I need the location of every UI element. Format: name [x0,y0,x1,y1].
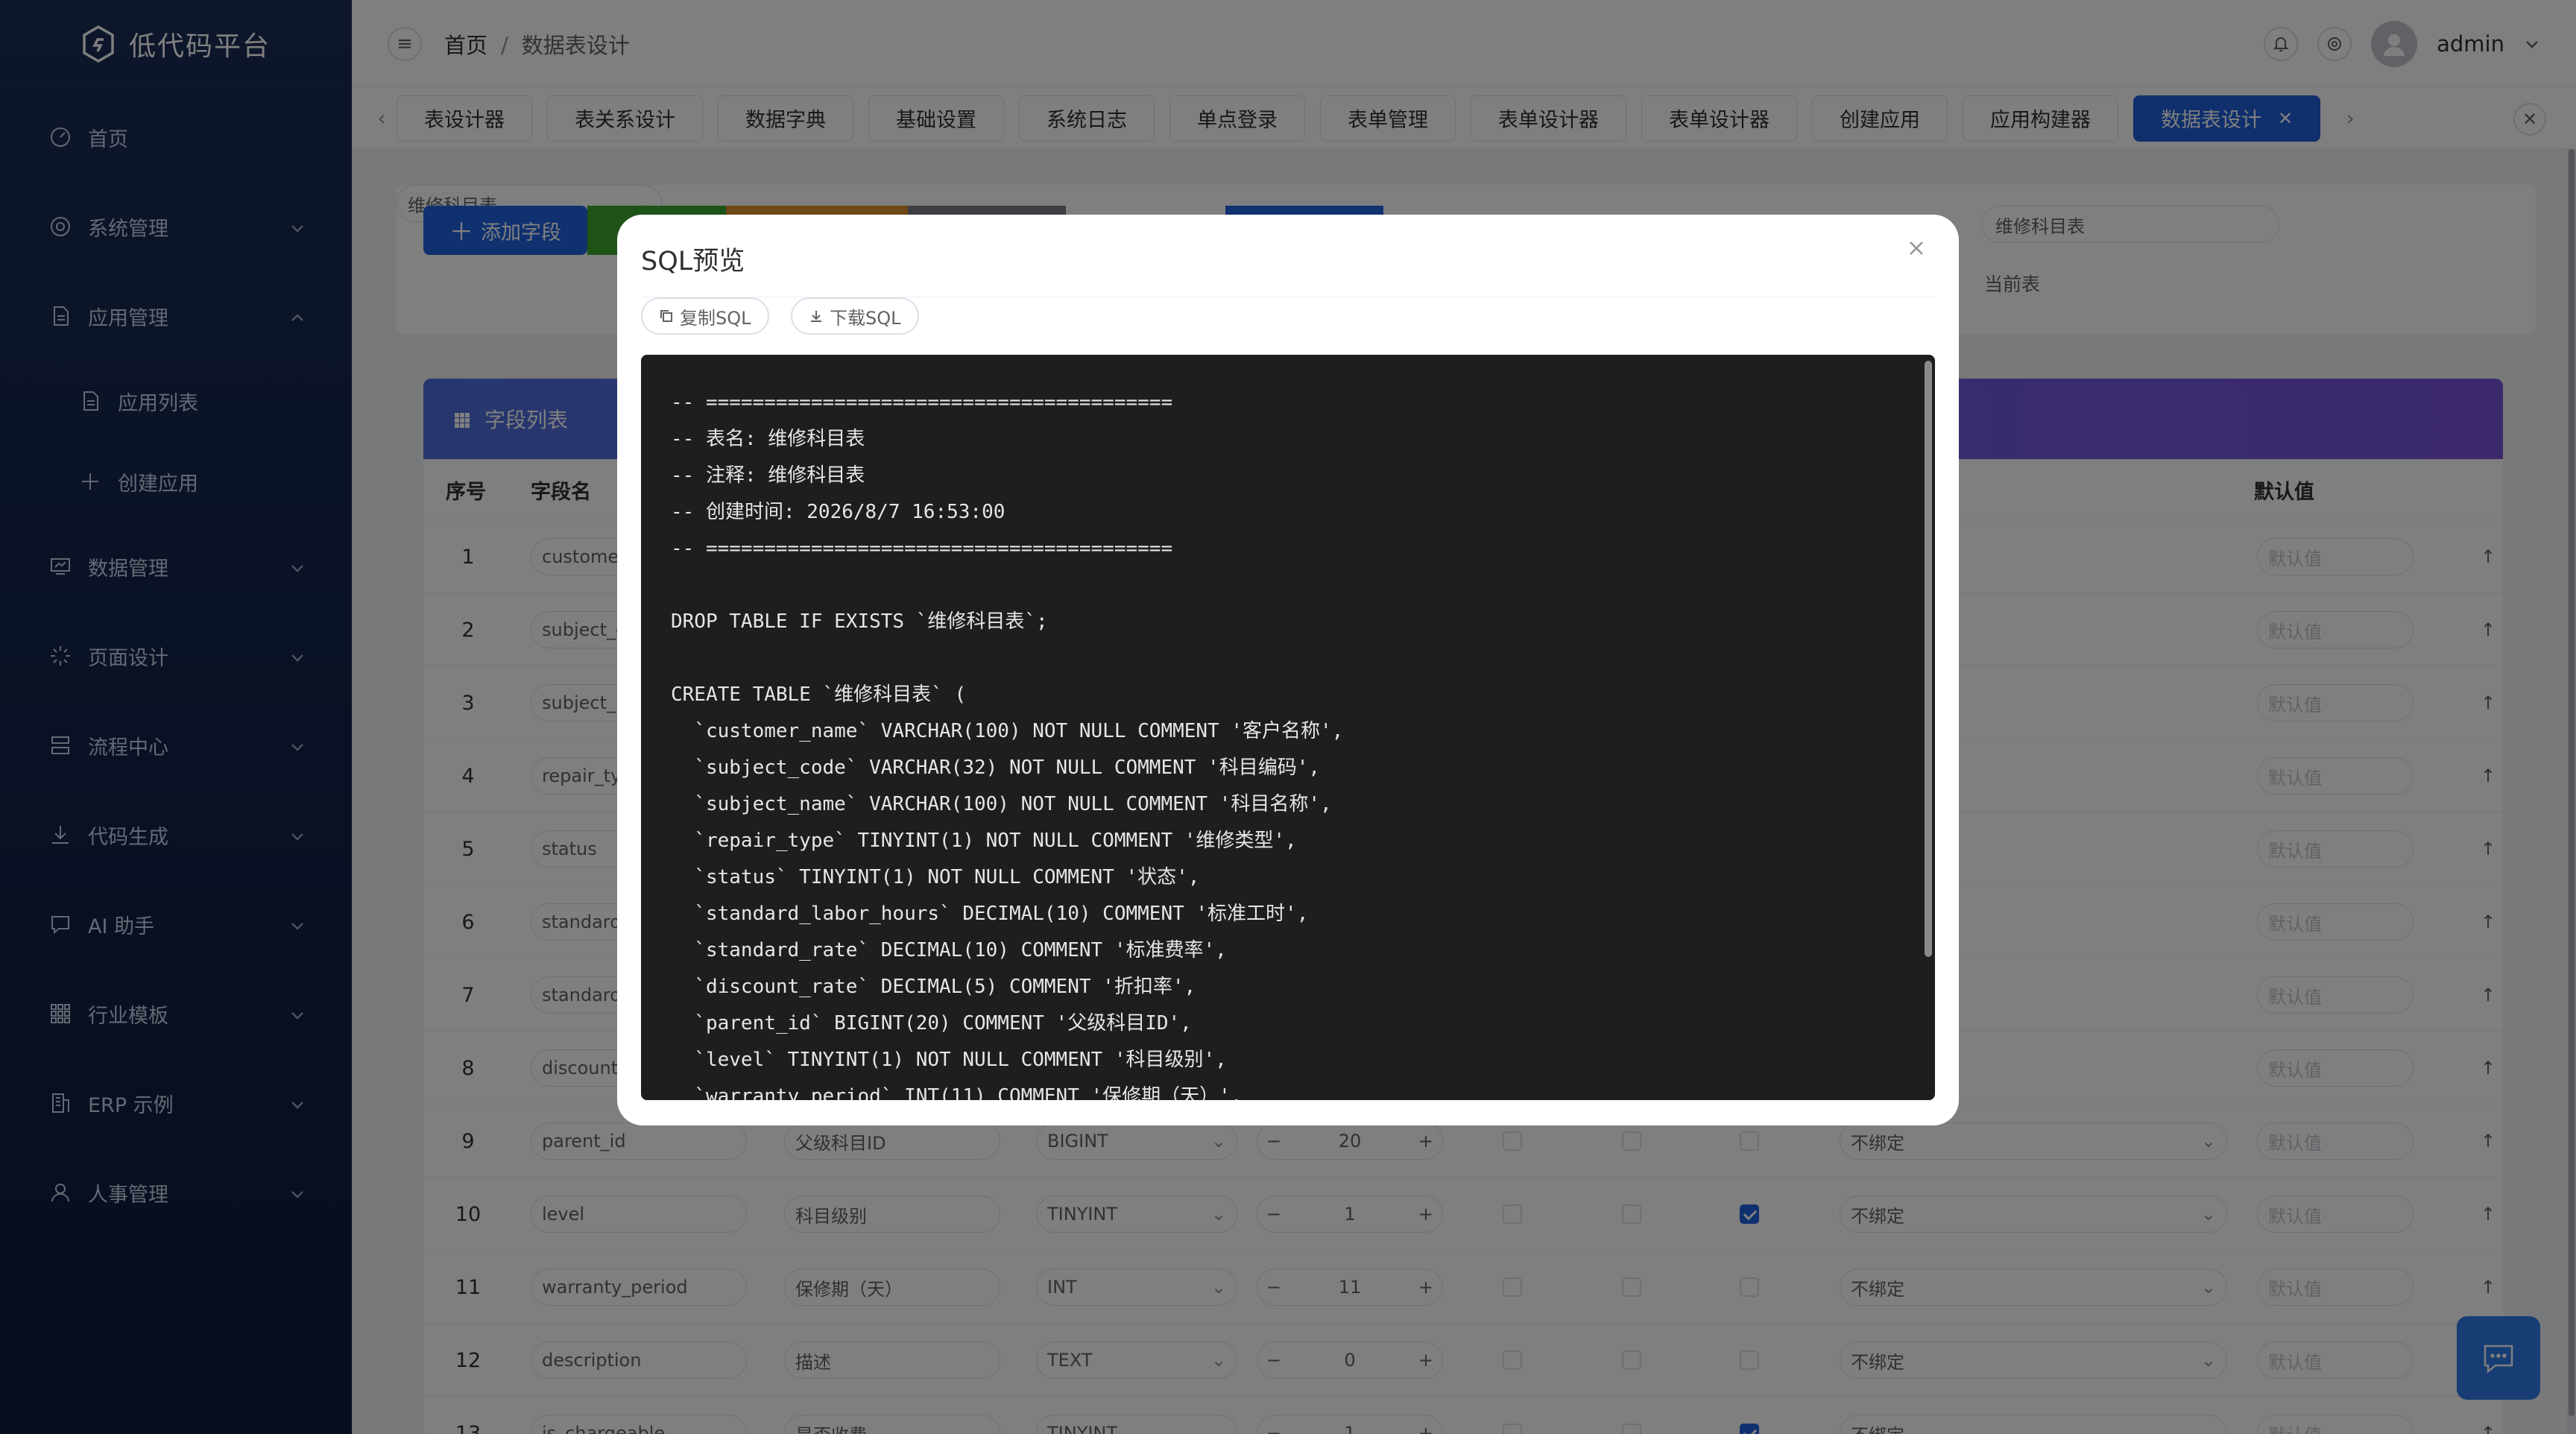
sql-code: -- =====================================… [671,391,1344,1100]
close-icon[interactable] [1905,237,1932,264]
modal-title: SQL预览 [641,247,745,277]
copy-sql-button[interactable]: 复制SQL [641,297,769,335]
download-sql-button[interactable]: 下载SQL [791,297,919,335]
download-sql-label: 下载SQL [830,307,901,329]
download-icon [811,311,821,322]
sql-code-block[interactable]: -- =====================================… [641,355,1935,1100]
sql-preview-modal: SQL预览 复制SQL 下载SQL -- ===================… [617,215,1959,1125]
code-scrollbar[interactable] [1925,361,1932,957]
copy-icon [660,310,672,322]
copy-sql-label: 复制SQL [680,307,751,329]
